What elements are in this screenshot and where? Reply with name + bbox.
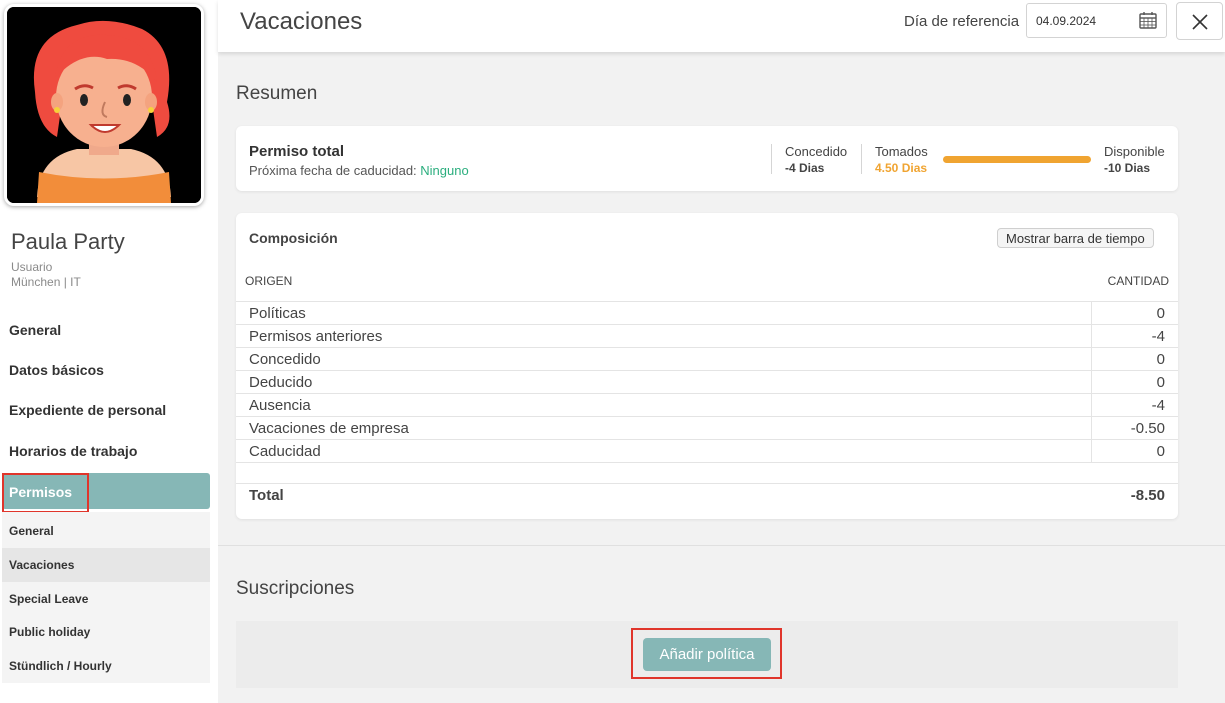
column-divider [1091, 440, 1092, 462]
row-origin: Deducido [249, 374, 313, 391]
nav-item-datos-basicos[interactable]: Datos básicos [9, 362, 104, 378]
column-divider [1091, 348, 1092, 370]
row-amount: 0 [1156, 351, 1165, 368]
highlight-add-policy [631, 628, 782, 679]
composition-card: Composición Mostrar barra de tiempo ORIG… [236, 213, 1178, 519]
taken-label: Tomados [875, 144, 928, 159]
row-origin: Concedido [249, 351, 321, 368]
granted-label: Concedido [785, 144, 848, 159]
nav-item-expediente-personal[interactable]: Expediente de personal [9, 402, 166, 418]
summary-section-title: Resumen [236, 83, 318, 104]
user-role: Usuario [11, 260, 53, 274]
user-location: München | IT [11, 275, 81, 289]
row-origin: Vacaciones de empresa [249, 420, 409, 437]
sub-item-public-holiday[interactable]: Public holiday [2, 615, 210, 649]
row-amount: -4 [1151, 328, 1165, 345]
total-value: -8.50 [1130, 487, 1165, 504]
table-row: Deducido 0 [236, 370, 1178, 393]
avatar [4, 4, 204, 206]
table-row: Permisos anteriores -4 [236, 324, 1178, 347]
sidebar: Paula Party Usuario München | IT General… [0, 0, 218, 703]
reference-date-label: Día de referencia [904, 13, 1020, 30]
table-row-total-border [236, 483, 1178, 506]
page-title: Vacaciones [240, 8, 363, 35]
column-divider [1091, 302, 1092, 324]
row-amount: -4 [1151, 397, 1165, 414]
nav-item-horarios-trabajo[interactable]: Horarios de trabajo [9, 443, 137, 459]
expiry-label: Próxima fecha de caducidad: [249, 163, 417, 178]
column-header-origin: ORIGEN [245, 274, 293, 288]
highlight-permisos [2, 473, 89, 513]
row-origin: Políticas [249, 305, 306, 322]
row-amount: -0.50 [1130, 420, 1165, 437]
column-divider [1091, 394, 1092, 416]
table-row: Concedido 0 [236, 347, 1178, 370]
row-amount: 0 [1156, 443, 1165, 460]
separator [861, 144, 862, 174]
row-origin: Caducidad [249, 443, 321, 460]
column-divider [1091, 371, 1092, 393]
composition-title: Composición [249, 230, 338, 246]
table-row-empty [236, 462, 1178, 485]
close-button[interactable] [1176, 2, 1223, 40]
row-amount: 0 [1156, 374, 1165, 391]
taken-value: 4.50 Dias [875, 161, 928, 175]
taken-progress-bar [943, 156, 1091, 163]
subscriptions-section-title: Suscripciones [236, 578, 355, 599]
table-row: Caducidad 0 [236, 439, 1178, 462]
row-amount: 0 [1156, 305, 1165, 322]
column-divider [1091, 325, 1092, 347]
calendar-icon[interactable] [1139, 11, 1157, 29]
sub-item-general[interactable]: General [2, 514, 210, 548]
expiry-value: Ninguno [420, 163, 469, 178]
user-avatar-illustration [7, 7, 201, 203]
total-leave-title: Permiso total [249, 143, 345, 160]
header: Vacaciones Día de referencia [218, 0, 1225, 52]
available-value: -10 Dias [1104, 161, 1151, 175]
available-label: Disponible [1104, 144, 1165, 159]
table-row: Políticas 0 [236, 301, 1178, 324]
user-name: Paula Party [11, 229, 125, 254]
row-origin: Ausencia [249, 397, 311, 414]
granted-value: -4 Dias [785, 161, 825, 175]
table-row: Ausencia -4 [236, 393, 1178, 416]
nav-item-general[interactable]: General [9, 322, 61, 338]
show-timeline-button[interactable]: Mostrar barra de tiempo [997, 228, 1154, 248]
close-icon [1192, 14, 1208, 30]
column-header-amount: CANTIDAD [1107, 274, 1169, 288]
divider [218, 545, 1225, 546]
sub-item-hourly[interactable]: Stündlich / Hourly [2, 649, 210, 683]
expiry-text: Próxima fecha de caducidad: Ninguno [249, 163, 469, 178]
separator [771, 144, 772, 174]
column-divider [1091, 417, 1092, 439]
sub-item-special-leave[interactable]: Special Leave [2, 582, 210, 616]
sub-item-vacaciones[interactable]: Vacaciones [2, 548, 210, 582]
total-label: Total [249, 487, 284, 504]
summary-card: Permiso total Próxima fecha de caducidad… [236, 126, 1178, 191]
row-origin: Permisos anteriores [249, 328, 383, 345]
table-row: Vacaciones de empresa -0.50 [236, 416, 1178, 439]
